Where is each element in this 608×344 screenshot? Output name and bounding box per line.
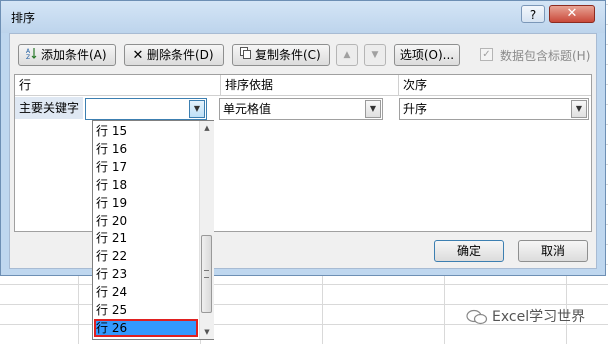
ok-button[interactable]: 确定 xyxy=(434,240,504,262)
sort-by-label: 主要关键字 xyxy=(15,97,83,119)
move-up-button[interactable]: ▲ xyxy=(336,44,358,66)
dropdown-scrollbar[interactable]: ▲ ▼ xyxy=(199,121,214,339)
dropdown-list-item[interactable]: 行 22 xyxy=(94,247,198,265)
scroll-down-icon[interactable]: ▼ xyxy=(200,325,214,339)
column-header-sort-on: 排序依据 xyxy=(221,75,399,95)
scroll-thumb[interactable] xyxy=(201,235,212,313)
sort-on-value: 单元格值 xyxy=(223,102,272,116)
delete-x-icon: ✕ xyxy=(132,48,144,63)
dropdown-list-item[interactable]: 行 26 xyxy=(94,318,198,337)
add-level-label: 添加条件(A) xyxy=(41,48,107,62)
order-value: 升序 xyxy=(403,102,428,116)
dialog-title: 排序 xyxy=(11,11,36,25)
header-checkbox[interactable]: ✓ xyxy=(480,48,493,61)
column-header-order: 次序 xyxy=(403,78,428,92)
chevron-down-icon[interactable]: ▼ xyxy=(189,100,205,118)
header-checkbox-label: 数据包含标题(H) xyxy=(500,49,591,63)
copy-level-button[interactable]: 复制条件(C) xyxy=(232,44,330,66)
watermark-text: Excel学习世界 xyxy=(492,309,586,325)
dropdown-list-item[interactable]: 行 21 xyxy=(94,229,198,247)
sort-on-select[interactable]: 单元格值 ▼ xyxy=(219,98,383,120)
dropdown-list-item[interactable]: 行 23 xyxy=(94,265,198,283)
move-down-button[interactable]: ▼ xyxy=(364,44,386,66)
grip-icon xyxy=(204,270,209,278)
help-button[interactable]: ? xyxy=(521,5,545,23)
copy-level-label: 复制条件(C) xyxy=(255,48,321,62)
dropdown-list-item[interactable]: 行 24 xyxy=(94,283,198,301)
column-header-column: 行 xyxy=(15,75,221,95)
dropdown-list-item[interactable]: 行 15 xyxy=(94,122,198,140)
scroll-up-icon[interactable]: ▲ xyxy=(200,121,214,135)
options-button[interactable]: 选项(O)... xyxy=(394,44,460,66)
svg-text:Z: Z xyxy=(26,54,30,59)
chevron-down-icon[interactable]: ▼ xyxy=(571,100,587,118)
order-select[interactable]: 升序 ▼ xyxy=(399,98,589,120)
sort-key-dropdown-list[interactable]: 行 15 行 16 行 17 行 18 行 19 行 20 行 21 行 22 行 23 行 24… xyxy=(92,120,214,340)
add-level-button[interactable]: AZ 添加条件(A) xyxy=(18,44,116,66)
dropdown-list-item[interactable]: 行 20 xyxy=(94,212,198,230)
dropdown-list-item[interactable]: 行 17 xyxy=(94,158,198,176)
add-level-icon: AZ xyxy=(25,46,39,66)
dropdown-list-item[interactable]: 行 19 xyxy=(94,194,198,212)
close-button[interactable]: ✕ xyxy=(549,5,595,23)
dropdown-list-item[interactable]: 行 18 xyxy=(94,176,198,194)
copy-icon xyxy=(239,46,253,66)
sort-dialog: 排序 ? ✕ AZ 添加条件(A) ✕ 删除条件(D) 复制条件(C) ▲ ▼ 选… xyxy=(0,0,606,276)
wechat-icon xyxy=(466,309,488,325)
title-bar: 排序 ? ✕ xyxy=(1,1,605,33)
sort-key-select[interactable]: ▼ xyxy=(85,98,207,120)
dropdown-list-item[interactable]: 行 16 xyxy=(94,140,198,158)
delete-level-button[interactable]: ✕ 删除条件(D) xyxy=(124,44,224,66)
cancel-button[interactable]: 取消 xyxy=(518,240,588,262)
table-header: 行 排序依据 次序 xyxy=(15,75,591,96)
watermark: Excel学习世界 xyxy=(466,306,585,326)
chevron-down-icon[interactable]: ▼ xyxy=(365,100,381,118)
dropdown-list-item[interactable]: 行 25 xyxy=(94,301,198,319)
delete-level-label: 删除条件(D) xyxy=(147,48,214,62)
